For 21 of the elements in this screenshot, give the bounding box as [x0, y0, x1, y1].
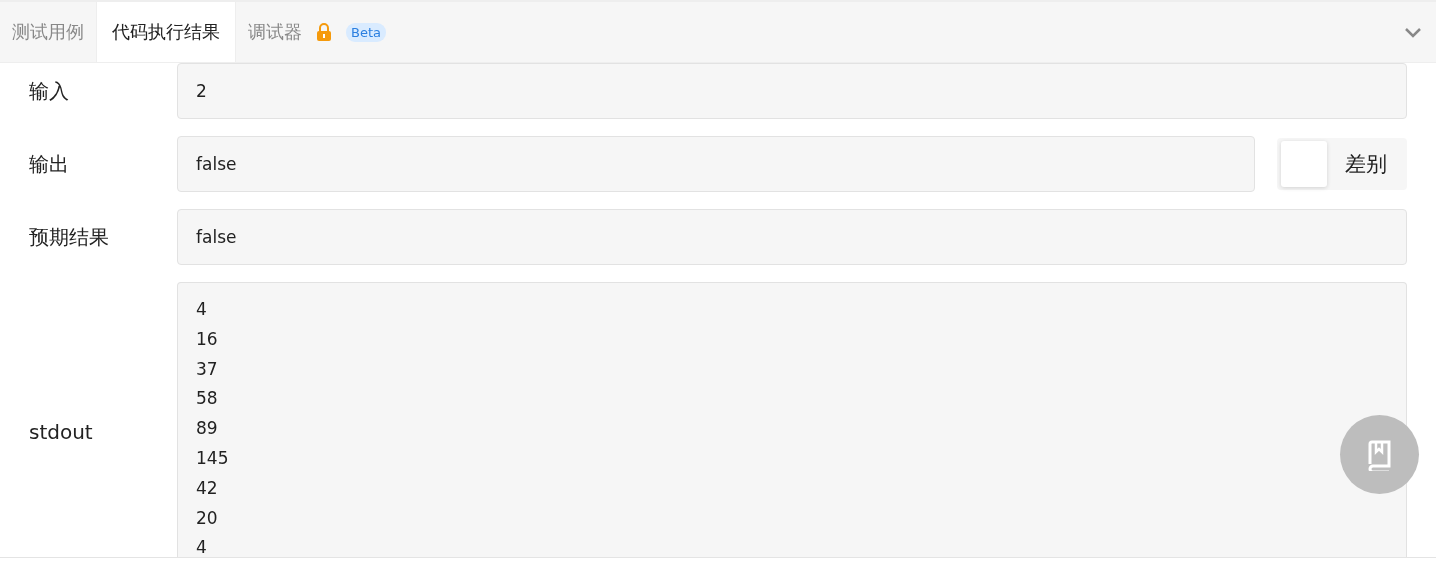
- tab[interactable]: 代码执行结果: [96, 2, 236, 62]
- value-field: false: [177, 136, 1255, 192]
- field-label: 输入: [28, 77, 70, 105]
- toggle-knob[interactable]: [1281, 141, 1327, 187]
- field-label: 输出: [28, 150, 70, 178]
- output-line: 58: [196, 387, 218, 411]
- output-line: 89: [196, 417, 218, 441]
- output-line: 37: [196, 357, 218, 381]
- chevron-down-icon[interactable]: [1404, 26, 1422, 38]
- field-label: 预期结果: [28, 223, 110, 251]
- output-line: 16: [196, 327, 218, 351]
- beta-badge: Beta: [346, 22, 386, 42]
- diff-toggle[interactable]: 差别: [1277, 138, 1407, 190]
- output-line: 145: [196, 447, 229, 470]
- value-field: false: [177, 209, 1407, 265]
- output-line: 42: [196, 476, 218, 500]
- value-field: 2: [177, 63, 1407, 119]
- field-label: stdout: [28, 420, 94, 444]
- output-line: 4: [196, 536, 207, 557]
- output-line: 20: [196, 506, 218, 530]
- output-line: 4: [196, 298, 207, 321]
